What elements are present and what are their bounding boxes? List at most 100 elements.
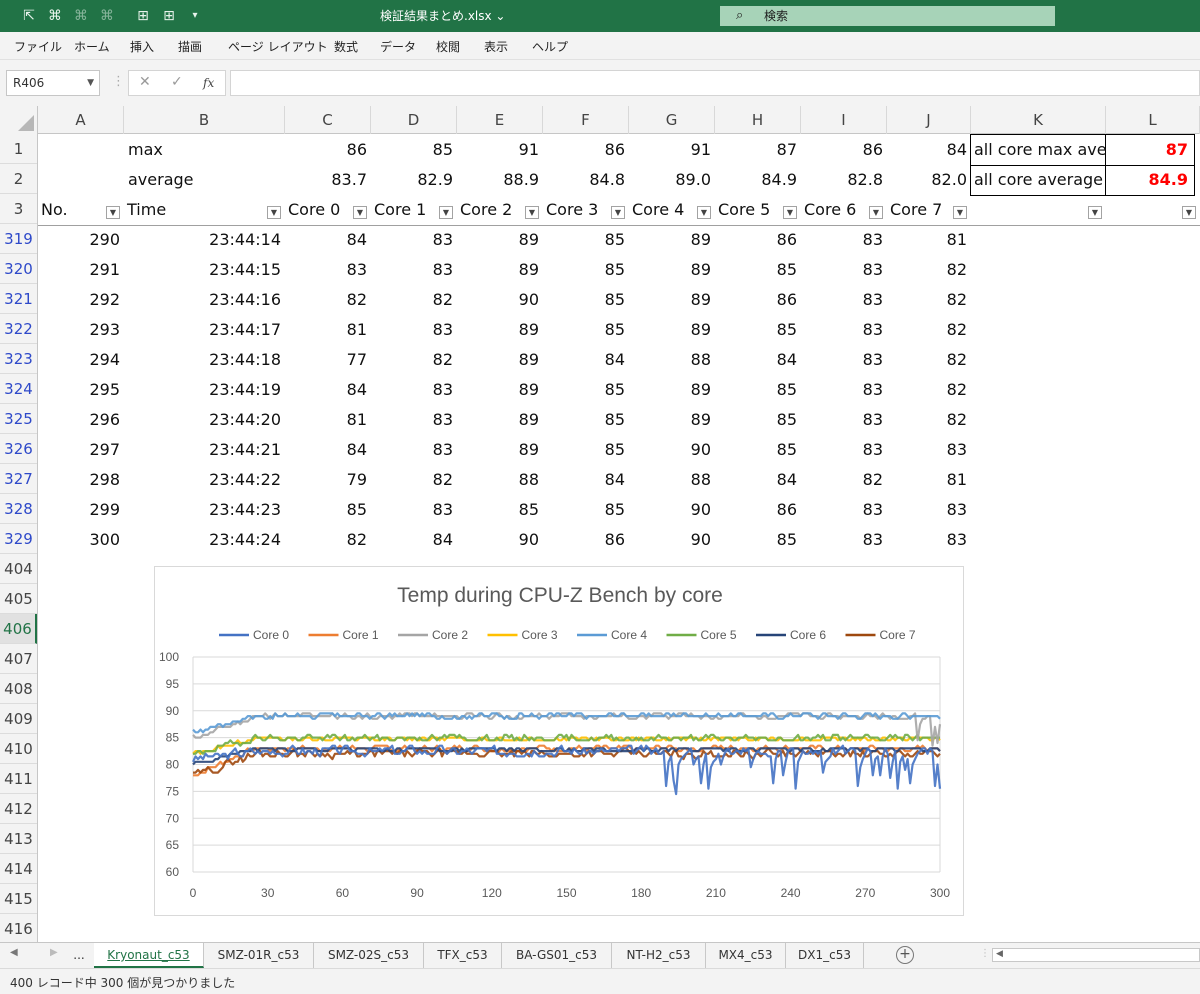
column-header-e[interactable]: E bbox=[457, 106, 543, 134]
menu-page-layout[interactable]: ページ レイアウト bbox=[228, 38, 328, 55]
filter-dropdown-icon[interactable]: ▼ bbox=[525, 206, 539, 219]
column-header-l[interactable]: L bbox=[1106, 106, 1200, 134]
tab-prev-icon[interactable]: ◀ bbox=[10, 947, 18, 958]
sheet-tab[interactable]: Kryonaut_c53 bbox=[94, 943, 204, 968]
scroll-left-icon[interactable]: ◀ bbox=[996, 949, 1003, 959]
row-header[interactable]: 329 bbox=[0, 524, 37, 554]
row-header[interactable]: 321 bbox=[0, 284, 37, 314]
customize-icon[interactable]: ▾ bbox=[184, 6, 206, 26]
row-header[interactable]: 319 bbox=[0, 224, 37, 254]
core-temp-cell: 83 bbox=[862, 350, 883, 369]
grid-icon[interactable]: ⊞ bbox=[132, 6, 154, 26]
row-header[interactable]: 405 bbox=[0, 584, 37, 614]
temperature-chart[interactable]: Temp during CPU-Z Bench by core Core 0 Cor… bbox=[154, 566, 964, 916]
menu-draw[interactable]: 描画 bbox=[178, 38, 202, 55]
filter-dropdown-icon[interactable]: ▼ bbox=[611, 206, 625, 219]
row-header[interactable]: 416 bbox=[0, 914, 37, 942]
workbook-title[interactable]: 検証結果まとめ.xlsx ⌄ bbox=[380, 7, 600, 24]
menu-help[interactable]: ヘルプ bbox=[532, 38, 568, 55]
row-header[interactable]: 406 bbox=[0, 614, 37, 644]
crop-dim-dd-icon[interactable]: ⌘ bbox=[96, 6, 118, 26]
crop-dim-icon[interactable]: ⌘ bbox=[70, 6, 92, 26]
row-header[interactable]: 324 bbox=[0, 374, 37, 404]
tab-next-icon[interactable]: ▶ bbox=[50, 947, 58, 958]
x-tick-label: 300 bbox=[930, 886, 950, 900]
row-header[interactable]: 414 bbox=[0, 854, 37, 884]
chevron-down-icon[interactable]: ▼ bbox=[87, 71, 94, 95]
y-tick-label: 95 bbox=[166, 677, 180, 691]
row-header[interactable]: 323 bbox=[0, 344, 37, 374]
filter-active-icon[interactable]: ▼ bbox=[106, 206, 120, 219]
cancel-icon[interactable]: ✕ bbox=[139, 74, 151, 90]
column-header-a[interactable]: A bbox=[38, 106, 124, 134]
row-header[interactable]: 328 bbox=[0, 494, 37, 524]
row-header[interactable]: 1 bbox=[0, 134, 37, 164]
row-header[interactable]: 413 bbox=[0, 824, 37, 854]
formula-input[interactable] bbox=[230, 70, 1200, 96]
tab-ellipsis[interactable]: ... bbox=[64, 943, 94, 968]
row-header[interactable]: 409 bbox=[0, 704, 37, 734]
filter-dropdown-icon[interactable]: ▼ bbox=[439, 206, 453, 219]
core-temp-cell: 85 bbox=[518, 500, 539, 519]
sheet-tab[interactable]: MX4_c53 bbox=[706, 943, 786, 968]
menu-insert[interactable]: 挿入 bbox=[130, 38, 154, 55]
row-header[interactable]: 3 bbox=[0, 194, 37, 224]
search-box[interactable]: ⌕ 検索 bbox=[720, 6, 1055, 26]
row-header[interactable]: 407 bbox=[0, 644, 37, 674]
select-all-corner[interactable] bbox=[0, 106, 38, 134]
sheet-tab[interactable]: DX1_c53 bbox=[786, 943, 864, 968]
filter-dropdown-icon[interactable]: ▼ bbox=[353, 206, 367, 219]
row-header[interactable]: 404 bbox=[0, 554, 37, 584]
insert-function-button[interactable]: fx bbox=[203, 76, 214, 90]
menu-view[interactable]: 表示 bbox=[484, 38, 508, 55]
sheet-tab[interactable]: NT-H2_c53 bbox=[612, 943, 706, 968]
column-header-i[interactable]: I bbox=[801, 106, 887, 134]
sheet-tab[interactable]: SMZ-01R_c53 bbox=[204, 943, 314, 968]
column-header-f[interactable]: F bbox=[543, 106, 629, 134]
column-header-j[interactable]: J bbox=[887, 106, 971, 134]
core-temp-cell: 82 bbox=[946, 260, 967, 279]
filter-dropdown-icon[interactable]: ▼ bbox=[697, 206, 711, 219]
sheet-tab[interactable]: TFX_c53 bbox=[424, 943, 502, 968]
column-header-d[interactable]: D bbox=[371, 106, 457, 134]
column-header-b[interactable]: B bbox=[124, 106, 285, 134]
filter-dropdown-icon[interactable]: ▼ bbox=[783, 206, 797, 219]
row-header[interactable]: 322 bbox=[0, 314, 37, 344]
row-header[interactable]: 408 bbox=[0, 674, 37, 704]
sheet-tab[interactable]: SMZ-02S_c53 bbox=[314, 943, 424, 968]
row-header[interactable]: 2 bbox=[0, 164, 37, 194]
average-value-cell: 83.7 bbox=[331, 170, 367, 189]
row-header[interactable]: 415 bbox=[0, 884, 37, 914]
filter-dropdown-icon[interactable]: ▼ bbox=[267, 206, 281, 219]
sheet-tab[interactable]: BA-GS01_c53 bbox=[502, 943, 612, 968]
crop-icon[interactable]: ⌘ bbox=[44, 6, 66, 26]
add-sheet-icon[interactable]: + bbox=[896, 946, 914, 964]
column-headers: A B C D E F G H I J K L bbox=[0, 106, 1200, 134]
row-header[interactable]: 327 bbox=[0, 464, 37, 494]
menu-file[interactable]: ファイル bbox=[14, 38, 62, 55]
row-header[interactable]: 410 bbox=[0, 734, 37, 764]
row-header[interactable]: 326 bbox=[0, 434, 37, 464]
column-header-g[interactable]: G bbox=[629, 106, 715, 134]
select-cursor-icon[interactable]: ⇱ bbox=[18, 6, 40, 26]
row-header[interactable]: 411 bbox=[0, 764, 37, 794]
column-header-k[interactable]: K bbox=[971, 106, 1106, 134]
grid-plus-icon[interactable]: ⊞ bbox=[158, 6, 180, 26]
filter-dropdown-icon[interactable]: ▼ bbox=[869, 206, 883, 219]
row-header[interactable]: 412 bbox=[0, 794, 37, 824]
filter-dropdown-icon[interactable]: ▼ bbox=[1088, 206, 1102, 219]
filter-dropdown-icon[interactable]: ▼ bbox=[1182, 206, 1196, 219]
menu-review[interactable]: 校閲 bbox=[436, 38, 460, 55]
column-header-h[interactable]: H bbox=[715, 106, 801, 134]
menu-data[interactable]: データ bbox=[380, 38, 416, 55]
confirm-icon[interactable]: ✓ bbox=[171, 74, 183, 90]
column-header-c[interactable]: C bbox=[285, 106, 371, 134]
name-box[interactable]: R406 ▼ bbox=[6, 70, 100, 96]
menu-home[interactable]: ホーム bbox=[74, 38, 110, 55]
filter-dropdown-icon[interactable]: ▼ bbox=[953, 206, 967, 219]
row-header[interactable]: 320 bbox=[0, 254, 37, 284]
horizontal-scrollbar[interactable]: ◀ bbox=[992, 948, 1200, 962]
menu-formulas[interactable]: 数式 bbox=[334, 38, 358, 55]
row-header[interactable]: 325 bbox=[0, 404, 37, 434]
core-temp-cell: 84 bbox=[604, 470, 625, 489]
